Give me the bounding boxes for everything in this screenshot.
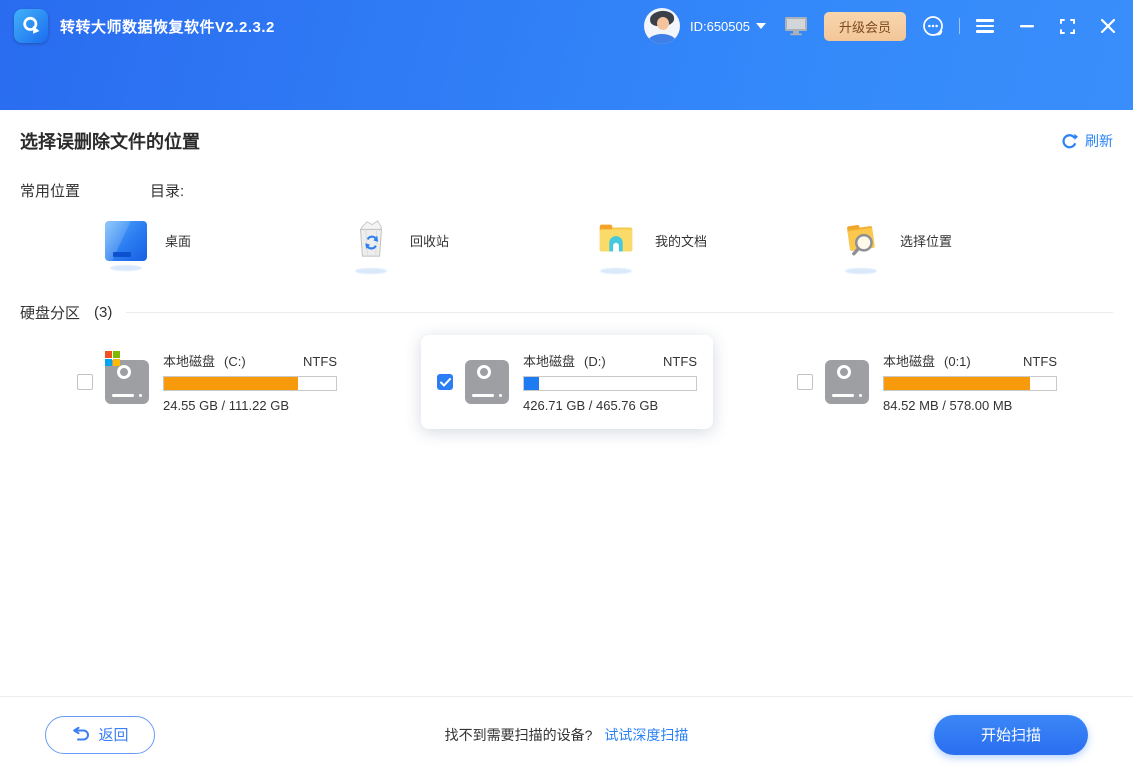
disk-name: 本地磁盘 <box>523 351 575 370</box>
customer-service-icon[interactable] <box>922 15 945 38</box>
partitions-label: 硬盘分区 <box>20 302 80 323</box>
titlebar: 转转大师数据恢复软件V2.2.3.2 ID:650505 升级会员 <box>0 0 1133 52</box>
disk-usage-fill <box>884 377 1030 390</box>
location-label: 选择位置 <box>900 231 952 250</box>
maximize-icon[interactable] <box>1060 19 1075 34</box>
disk-size: 84.52 MB / 578.00 MB <box>883 398 1057 413</box>
disk-list: 本地磁盘 (C:) NTFS 24.55 GB / 111.22 GB <box>20 335 1113 429</box>
scan-hint-text: 找不到需要扫描的设备? <box>445 725 593 745</box>
location-item-choose[interactable]: 选择位置 <box>838 217 1083 274</box>
disk-usage-fill <box>164 377 298 390</box>
directory-label: 目录: <box>150 180 184 201</box>
disk-item-d[interactable]: 本地磁盘 (D:) NTFS 426.71 GB / 465.76 GB <box>421 335 713 429</box>
disk-item-c[interactable]: 本地磁盘 (C:) NTFS 24.55 GB / 111.22 GB <box>61 335 353 429</box>
refresh-label: 刷新 <box>1085 131 1113 151</box>
disk-usage-bar <box>523 376 697 391</box>
disk-item-01[interactable]: 本地磁盘 (0:1) NTFS 84.52 MB / 578.00 MB <box>781 335 1073 429</box>
disk-name: 本地磁盘 <box>163 351 215 370</box>
windows-logo-icon <box>105 351 120 366</box>
location-label: 桌面 <box>165 231 191 250</box>
location-label: 我的文档 <box>655 231 707 250</box>
back-label: 返回 <box>98 724 128 745</box>
hard-drive-icon <box>825 360 869 404</box>
disk-filesystem: NTFS <box>663 354 697 369</box>
header-band: 转转大师数据恢复软件V2.2.3.2 ID:650505 升级会员 <box>0 0 1133 110</box>
close-icon[interactable] <box>1101 19 1115 33</box>
chevron-down-icon[interactable] <box>756 23 766 29</box>
common-locations-row: 桌面 <box>20 217 1113 274</box>
location-item-my-documents[interactable]: 我的文档 <box>593 217 838 274</box>
disk-filesystem: NTFS <box>1023 354 1057 369</box>
location-item-desktop[interactable]: 桌面 <box>103 217 348 274</box>
deep-scan-link[interactable]: 试试深度扫描 <box>604 725 688 745</box>
minimize-icon[interactable] <box>1020 24 1034 28</box>
start-scan-button[interactable]: 开始扫描 <box>934 715 1088 755</box>
user-avatar[interactable] <box>644 8 680 44</box>
refresh-icon <box>1061 133 1078 150</box>
location-item-recycle-bin[interactable]: 回收站 <box>348 217 593 274</box>
partitions-count: (3) <box>94 304 112 321</box>
user-id: ID:650505 <box>690 19 750 34</box>
desktop-icon <box>105 221 147 261</box>
section-divider <box>126 312 1113 313</box>
disk-name: 本地磁盘 <box>883 351 935 370</box>
disk-letter: (D:) <box>584 354 606 369</box>
location-label: 回收站 <box>410 231 449 250</box>
disk-size: 426.71 GB / 465.76 GB <box>523 398 697 413</box>
disk-size: 24.55 GB / 111.22 GB <box>163 398 337 413</box>
hard-drive-icon <box>465 360 509 404</box>
my-documents-icon <box>595 217 637 264</box>
app-title: 转转大师数据恢复软件V2.2.3.2 <box>60 16 275 37</box>
app-window: 转转大师数据恢复软件V2.2.3.2 ID:650505 升级会员 <box>0 0 1133 772</box>
disk-checkbox[interactable] <box>77 374 93 390</box>
back-button[interactable]: 返回 <box>45 716 155 754</box>
disk-usage-bar <box>163 376 337 391</box>
disk-letter: (0:1) <box>944 354 971 369</box>
disk-filesystem: NTFS <box>303 354 337 369</box>
footer-bar: 返回 找不到需要扫描的设备? 试试深度扫描 开始扫描 <box>0 696 1133 772</box>
disk-usage-fill <box>524 377 539 390</box>
hard-drive-icon <box>105 360 149 404</box>
titlebar-divider <box>959 18 960 34</box>
return-arrow-icon <box>71 727 90 743</box>
common-locations-label: 常用位置 <box>20 180 80 201</box>
refresh-button[interactable]: 刷新 <box>1061 131 1113 151</box>
disk-checkbox-checked[interactable] <box>437 374 453 390</box>
disk-letter: (C:) <box>224 354 246 369</box>
monitor-icon[interactable] <box>784 16 808 36</box>
menu-icon[interactable] <box>976 19 994 33</box>
recycle-bin-icon <box>350 217 392 264</box>
disk-checkbox[interactable] <box>797 374 813 390</box>
page-title: 选择误删除文件的位置 <box>20 128 200 154</box>
upgrade-member-button[interactable]: 升级会员 <box>824 12 906 41</box>
app-logo-icon <box>14 9 48 43</box>
disk-usage-bar <box>883 376 1057 391</box>
choose-location-icon <box>840 217 882 264</box>
